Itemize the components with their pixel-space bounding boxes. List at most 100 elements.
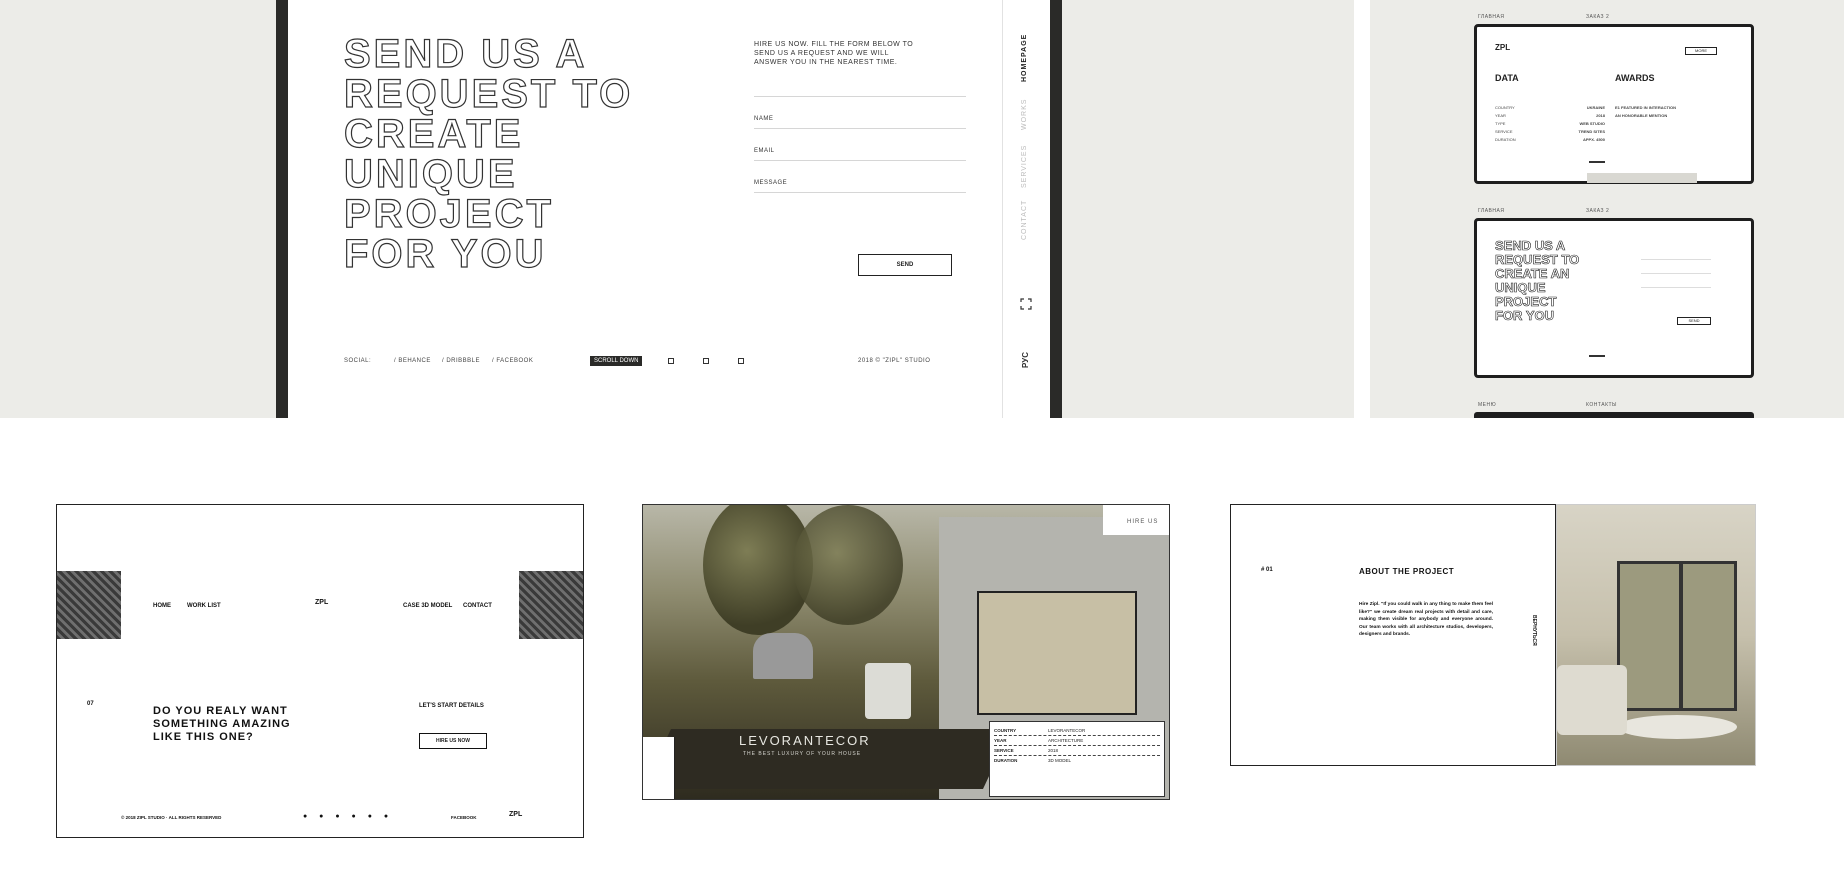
mini2-title-line: SEND US A — [1495, 238, 1566, 253]
row-value: APPX. 4500 — [1582, 137, 1605, 142]
card3-sofa — [1557, 665, 1627, 735]
card1-hire-button[interactable]: HIRE US NOW — [419, 733, 487, 749]
mini1-row: TYPE WEB STUDIO — [1495, 121, 1605, 126]
card2-table-value: 2018 — [1048, 748, 1059, 753]
mini1-row: SERVICE TREND SITES — [1495, 129, 1605, 134]
social-label: SOCIAL: — [344, 358, 372, 364]
card1-nav-contact[interactable]: CONTACT — [463, 603, 492, 609]
social-link-facebook[interactable]: / FACEBOOK — [492, 358, 533, 364]
card1-nav-worklist[interactable]: WORK LIST — [187, 603, 221, 609]
mini1-label-right: ЗАКАЗ 2 — [1586, 14, 1610, 20]
side-navigation: HOMEPAGE WORKS SERVICES CONTACT РУС — [1002, 0, 1050, 418]
card2-side-tab — [643, 737, 675, 799]
mini2-title: SEND US A REQUEST TO CREATE AN UNIQUE PR… — [1495, 238, 1580, 323]
card2-grill — [753, 633, 813, 679]
card1-headline-line: SOMETHING AMAZING — [153, 718, 291, 730]
mini1-row: COUNTRY UKRAINE — [1495, 105, 1605, 110]
card-hire-us[interactable]: HOME WORK LIST ZPL CASE 3D MODEL CONTACT… — [56, 504, 584, 838]
card1-cta-label: LET'S START DETAILS — [419, 703, 484, 709]
card2-table-value: ARCHITECTURE — [1048, 738, 1084, 743]
mini-card-contact[interactable]: SEND US A REQUEST TO CREATE AN UNIQUE PR… — [1474, 218, 1754, 378]
card3-table — [1617, 715, 1737, 739]
card2-tree — [793, 505, 903, 625]
social-link-behance[interactable]: / BEHANCE — [394, 358, 431, 364]
card2-chair — [865, 663, 911, 719]
card2-table-row: SERVICE 2018 — [994, 746, 1160, 756]
send-button[interactable]: SEND — [858, 254, 952, 276]
nav-homepage[interactable]: HOMEPAGE — [1021, 34, 1028, 82]
card1-nav-home[interactable]: HOME — [153, 603, 171, 609]
card3-window-frame — [1679, 563, 1683, 709]
mini1-data-title: DATA — [1495, 73, 1519, 83]
card1-footer-copy: © 2018 ZIPL STUDIO · ALL RIGHTS RESERVED — [121, 815, 222, 820]
mini1-logo: ZPL — [1495, 43, 1511, 52]
mini1-label-left: ГЛАВНАЯ — [1478, 14, 1505, 20]
mini1-award: AN HONORABLE MENTION — [1615, 113, 1668, 118]
mini1-rows: COUNTRY UKRAINE YEAR 2018 TYPE WEB STUDIO S… — [1495, 105, 1605, 142]
card2-table-row: COUNTRY LEVORANTECOR — [994, 726, 1160, 736]
card2-table-row: YEAR ARCHITECTURE — [994, 736, 1160, 746]
pager-dot[interactable] — [703, 358, 709, 364]
card2-table-value: LEVORANTECOR — [1048, 728, 1086, 733]
message-field-label: MESSAGE — [754, 180, 788, 186]
mini3-label-right: КОНТАКТЫ — [1586, 402, 1617, 408]
card1-headline-line: DO YOU REALY WANT — [153, 705, 288, 717]
card-about-project[interactable]: # 01 ABOUT THE PROJECT Hire Zipl. "If yo… — [1230, 504, 1556, 766]
mini2-field-line — [1641, 287, 1711, 288]
row-key: SERVICE — [1495, 129, 1513, 134]
language-switch[interactable]: РУС — [1021, 352, 1030, 368]
card2-table-key: YEAR — [994, 738, 1007, 743]
email-field[interactable]: EMAIL — [754, 128, 966, 160]
card2-title: LEVORANTECOR — [739, 733, 871, 748]
scroll-down-button[interactable]: SCROLL DOWN — [590, 356, 643, 366]
card2-subtitle: THE BEST LUXURY OF YOUR HOUSE — [743, 751, 862, 757]
fullscreen-icon[interactable] — [1020, 298, 1032, 310]
name-field[interactable]: NAME — [754, 96, 966, 128]
nav-contact[interactable]: CONTACT — [1021, 200, 1028, 240]
row-key: COUNTRY — [1495, 105, 1515, 110]
pager-dot[interactable] — [738, 358, 744, 364]
message-field[interactable]: MESSAGE — [754, 160, 966, 192]
title-line: FOR YOU — [343, 232, 547, 276]
card1-logo: ZPL — [315, 599, 329, 606]
contact-page-frame: SEND US A REQUEST TO CREATE UNIQUE PROJE… — [276, 0, 1062, 418]
row-value: TREND SITES — [1578, 129, 1605, 134]
row-key: DURATION — [1495, 137, 1516, 142]
card2-table-key: SERVICE — [994, 748, 1014, 753]
pager-dot[interactable] — [668, 358, 674, 364]
mini2-title-line: UNIQUE — [1495, 280, 1546, 295]
mini2-title-line: REQUEST TO — [1495, 252, 1580, 267]
card1-headline-line: LIKE THIS ONE? — [153, 731, 254, 743]
mini2-send-button[interactable]: SEND — [1677, 317, 1711, 325]
contact-title: SEND US A REQUEST TO CREATE UNIQUE PROJE… — [343, 32, 764, 276]
mini-card-3-edge — [1474, 412, 1754, 418]
mini1-button[interactable]: MORE — [1685, 47, 1717, 55]
social-link-dribbble[interactable]: / DRIBBBLE — [442, 358, 480, 364]
card2-hire-link[interactable]: HIRE US — [1127, 519, 1158, 525]
mini-card-data[interactable]: ZPL MORE DATA AWARDS COUNTRY UKRAINE YEAR… — [1474, 24, 1754, 184]
card1-thumb-right — [519, 571, 583, 639]
mini2-label-left: ГЛАВНАЯ — [1478, 208, 1505, 214]
card2-window — [977, 591, 1137, 715]
card1-nav-case[interactable]: CASE 3D MODEL — [403, 603, 452, 609]
card3-window — [1617, 561, 1737, 711]
card-levorantecor[interactable]: HIRE US LEVORANTECOR THE BEST LUXURY OF … — [642, 504, 1170, 800]
mini2-label-right: ЗАКАЗ 2 — [1586, 208, 1610, 214]
card1-social-icons[interactable]: ● ● ● ● ● ● — [303, 813, 393, 820]
title-line: PROJECT — [343, 192, 554, 236]
row-key: TYPE — [1495, 121, 1506, 126]
row-value: WEB STUDIO — [1579, 121, 1605, 126]
card1-number: 07 — [87, 701, 94, 707]
nav-works[interactable]: WORKS — [1021, 99, 1028, 130]
card2-table-value: 3D MODEL — [1048, 758, 1072, 763]
card3-side-link[interactable]: ВЕРНУТЬСЯ — [1531, 615, 1537, 646]
card1-footer-facebook[interactable]: FACEBOOK — [451, 815, 477, 820]
title-line: SEND US A — [343, 32, 588, 76]
row-key: YEAR — [1495, 113, 1506, 118]
mini2-field-line — [1641, 273, 1711, 274]
mini2-title-line: FOR YOU — [1495, 308, 1555, 323]
card2-info-table: COUNTRY LEVORANTECOR YEAR ARCHITECTURE SER… — [989, 721, 1165, 797]
copyright: 2018 © "ZIPL" STUDIO — [858, 358, 931, 364]
nav-services[interactable]: SERVICES — [1021, 145, 1028, 188]
mini1-row: DURATION APPX. 4500 — [1495, 137, 1605, 142]
